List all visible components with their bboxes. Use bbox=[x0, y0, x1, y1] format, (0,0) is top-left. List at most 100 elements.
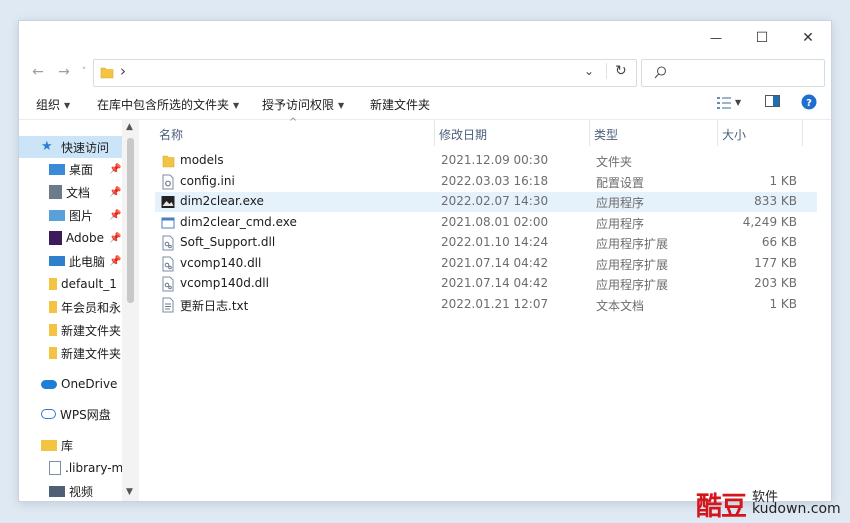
grant-access-menu[interactable]: 授予访问权限 ▼ bbox=[262, 96, 344, 113]
help-button[interactable]: ? bbox=[801, 94, 817, 113]
folder-icon bbox=[162, 155, 175, 168]
file-name: vcomp140.dll bbox=[180, 256, 262, 270]
pin-icon[interactable]: 📌 bbox=[109, 233, 121, 244]
file-date: 2021.12.09 00:30 bbox=[441, 153, 549, 167]
column-header-type[interactable]: 类型 bbox=[594, 126, 618, 143]
pin-icon[interactable]: 📌 bbox=[109, 256, 121, 267]
sidebar-item-quick-access[interactable]: ★ 快速访问 bbox=[19, 136, 139, 158]
column-divider[interactable] bbox=[589, 120, 590, 146]
dll-icon bbox=[162, 256, 174, 272]
sidebar-item-videos[interactable]: 视频 bbox=[19, 480, 139, 501]
organize-menu[interactable]: 组织 ▼ bbox=[36, 96, 70, 113]
sidebar-item-adobe[interactable]: Adobe 📌 bbox=[19, 227, 139, 249]
pin-icon[interactable]: 📌 bbox=[109, 210, 121, 221]
back-button[interactable]: ← bbox=[27, 61, 49, 83]
table-row[interactable]: models 2021.12.09 00:30 文件夹 bbox=[155, 151, 817, 171]
close-button[interactable]: ✕ bbox=[785, 21, 831, 55]
file-date: 2022.01.10 14:24 bbox=[441, 235, 549, 249]
new-folder-button[interactable]: 新建文件夹 bbox=[370, 96, 430, 113]
column-divider[interactable] bbox=[802, 120, 803, 146]
sidebar-item-folder-annual-member[interactable]: 年会员和永 bbox=[19, 296, 139, 318]
pin-icon[interactable]: 📌 bbox=[109, 187, 121, 198]
caret-down-icon: ▼ bbox=[64, 101, 71, 110]
view-options-button[interactable]: ▼ bbox=[717, 95, 741, 109]
sidebar-item-label: 新建文件夹 bbox=[61, 346, 122, 361]
scroll-up-arrow[interactable]: ▲ bbox=[126, 122, 133, 132]
sidebar-item-label: 视频 bbox=[69, 484, 94, 499]
new-folder-label: 新建文件夹 bbox=[370, 98, 431, 112]
file-name: 更新日志.txt bbox=[180, 299, 249, 313]
site-watermark: 酷豆 软件 kudown.com bbox=[692, 484, 850, 522]
sidebar-item-new-folder-2[interactable]: 新建文件夹 bbox=[19, 342, 139, 364]
maximize-button[interactable]: ☐ bbox=[739, 21, 785, 55]
column-header-date[interactable]: 修改日期 bbox=[439, 126, 487, 143]
file-size: 1 KB bbox=[769, 297, 797, 311]
column-divider[interactable] bbox=[434, 120, 435, 146]
file-type: 应用程序扩展 bbox=[596, 278, 669, 292]
sidebar-item-pictures[interactable]: 图片 📌 bbox=[19, 204, 139, 226]
sidebar-item-wps-drive[interactable]: WPS网盘 bbox=[19, 403, 139, 425]
column-header-size[interactable]: 大小 bbox=[722, 126, 746, 143]
table-row[interactable]: dim2clear.exe 2022.02.07 14:30 应用程序 833 … bbox=[155, 192, 817, 212]
column-divider[interactable] bbox=[717, 120, 718, 146]
sidebar-item-label: 此电脑 bbox=[69, 254, 106, 269]
file-date: 2021.07.14 04:42 bbox=[441, 256, 549, 270]
search-box[interactable] bbox=[641, 59, 825, 87]
chevron-down-icon[interactable]: ⌄ bbox=[584, 64, 594, 78]
search-icon bbox=[654, 66, 667, 79]
sidebar-item-desktop[interactable]: 桌面 📌 bbox=[19, 158, 139, 180]
column-header-row: 名称 ^ 修改日期 类型 大小 bbox=[139, 117, 831, 146]
sidebar-item-documents[interactable]: 文档 📌 bbox=[19, 181, 139, 203]
preview-pane-icon bbox=[765, 95, 780, 107]
path-separator[interactable]: › bbox=[120, 62, 126, 80]
scroll-thumb[interactable] bbox=[127, 138, 134, 303]
table-row[interactable]: Soft_Support.dll 2022.01.10 14:24 应用程序扩展… bbox=[155, 233, 817, 253]
column-header-name[interactable]: 名称 bbox=[159, 126, 183, 143]
address-bar[interactable]: › ⌄ ↻ bbox=[93, 59, 637, 87]
sidebar-item-library-ms[interactable]: .library-m bbox=[19, 457, 139, 479]
sidebar-item-label: OneDrive bbox=[61, 377, 118, 391]
sidebar-item-label: 年会员和永 bbox=[61, 300, 122, 315]
file-date: 2022.03.03 16:18 bbox=[441, 174, 549, 188]
file-type: 应用程序 bbox=[596, 196, 645, 210]
include-in-library-menu[interactable]: 在库中包含所选的文件夹 ▼ bbox=[97, 96, 239, 113]
pin-icon[interactable]: 📌 bbox=[109, 164, 121, 175]
table-row[interactable]: vcomp140d.dll 2021.07.14 04:42 应用程序扩展 20… bbox=[155, 274, 817, 294]
refresh-icon[interactable]: ↻ bbox=[606, 63, 627, 79]
file-type: 配置设置 bbox=[596, 176, 645, 190]
file-type: 文本文档 bbox=[596, 299, 645, 313]
arrow-left-icon: ← bbox=[32, 64, 44, 80]
settings-file-icon bbox=[162, 174, 174, 190]
file-date: 2021.08.01 02:00 bbox=[441, 215, 549, 229]
sidebar-item-label: 文档 bbox=[66, 185, 91, 200]
sidebar-scrollbar[interactable]: ▲ ▼ bbox=[122, 120, 139, 501]
explorer-window: — ☐ ✕ ← → ˅ › ⌄ ↻ 组织 ▼ 在库中包含所选的文件夹 ▼ 授予访… bbox=[18, 20, 832, 502]
file-size: 4,249 KB bbox=[742, 215, 797, 229]
folder-icon bbox=[49, 301, 57, 313]
file-date: 2022.02.07 14:30 bbox=[441, 194, 549, 208]
file-icon bbox=[49, 461, 61, 475]
address-row: ← → ˅ › ⌄ ↻ bbox=[19, 55, 831, 89]
file-name: Soft_Support.dll bbox=[180, 235, 276, 249]
forward-button[interactable]: → bbox=[53, 61, 75, 83]
table-row[interactable]: vcomp140.dll 2021.07.14 04:42 应用程序扩展 177… bbox=[155, 254, 817, 274]
preview-pane-button[interactable] bbox=[765, 95, 780, 110]
recent-locations-button[interactable]: ˅ bbox=[73, 61, 95, 83]
table-row[interactable]: config.ini 2022.03.03 16:18 配置设置 1 KB bbox=[155, 172, 817, 192]
file-name: dim2clear.exe bbox=[180, 194, 264, 208]
sidebar-item-onedrive[interactable]: OneDrive bbox=[19, 373, 139, 395]
scroll-down-arrow[interactable]: ▼ bbox=[126, 487, 133, 497]
table-row[interactable]: 更新日志.txt 2022.01.21 12:07 文本文档 1 KB bbox=[155, 295, 817, 315]
table-row[interactable]: dim2clear_cmd.exe 2021.08.01 02:00 应用程序 … bbox=[155, 213, 817, 233]
minimize-button[interactable]: — bbox=[693, 21, 739, 55]
file-size: 177 KB bbox=[754, 256, 797, 270]
sidebar-item-this-pc[interactable]: 此电脑 📌 bbox=[19, 250, 139, 272]
search-input[interactable] bbox=[674, 63, 818, 83]
file-name: config.ini bbox=[180, 174, 235, 188]
svg-text:?: ? bbox=[806, 98, 812, 109]
file-list: 名称 ^ 修改日期 类型 大小 models 2021.12.09 00:30 … bbox=[139, 117, 831, 501]
sidebar-item-new-folder-1[interactable]: 新建文件夹 bbox=[19, 319, 139, 341]
sidebar-item-folder-default[interactable]: default_1 bbox=[19, 273, 139, 295]
sidebar-item-libraries[interactable]: 库 bbox=[19, 434, 139, 456]
adobe-icon bbox=[49, 231, 62, 245]
